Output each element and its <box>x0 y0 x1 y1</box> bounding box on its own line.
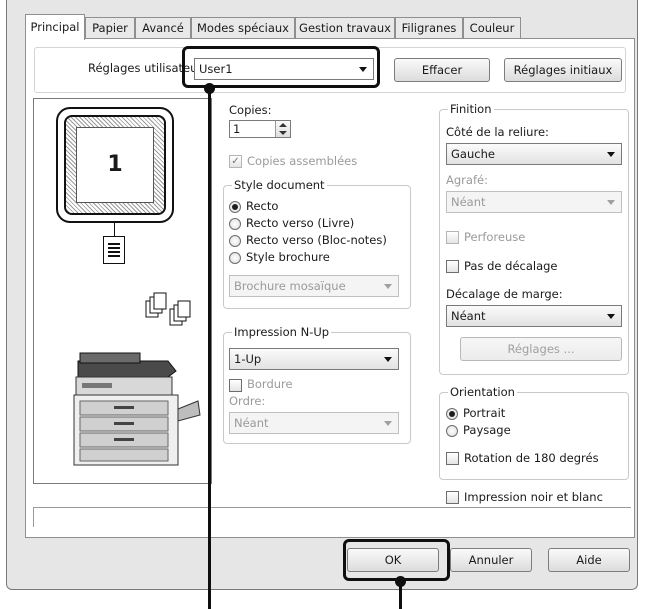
bw-print-label: Impression noir et blanc <box>464 490 603 504</box>
tab-papier[interactable]: Papier <box>85 17 135 39</box>
binding-label: Côté de la reliure: <box>446 125 549 139</box>
no-offset-checkbox[interactable] <box>446 260 459 273</box>
no-offset-label: Pas de décalage <box>464 259 558 273</box>
radio-paysage[interactable] <box>446 425 458 437</box>
reset-settings-button[interactable]: Réglages initiaux <box>504 58 622 82</box>
printer-properties-dialog: Principal Papier Avancé Modes spéciaux G… <box>6 0 638 590</box>
chevron-down-icon <box>384 421 392 426</box>
nup-select[interactable]: 1-Up <box>229 348 399 370</box>
tab-couleur[interactable]: Couleur <box>463 17 521 39</box>
border-label: Bordure <box>247 377 293 391</box>
page-preview-frame: 1 <box>56 107 174 223</box>
status-bar <box>33 507 34 527</box>
collated-copies-icon <box>145 292 191 326</box>
finishing-settings-button[interactable]: Réglages ... <box>460 337 622 361</box>
collate-label: Copies assemblées <box>247 154 358 168</box>
document-style-title: Style document <box>232 178 327 192</box>
order-value: Néant <box>234 416 269 430</box>
recto-verso-bloc-label: Recto verso (Bloc-notes) <box>246 233 387 247</box>
binding-select[interactable]: Gauche <box>446 143 622 165</box>
cancel-button[interactable]: Annuler <box>450 548 532 572</box>
brochure-value: Brochure mosaïque <box>234 279 346 293</box>
copies-label: Copies: <box>229 103 272 117</box>
margin-value: Néant <box>451 309 486 323</box>
staple-select[interactable]: Néant <box>446 191 622 213</box>
spinner-up-icon[interactable] <box>279 123 287 127</box>
margin-select[interactable]: Néant <box>446 305 622 327</box>
clear-button[interactable]: Effacer <box>394 58 490 82</box>
preview-connector <box>114 223 115 237</box>
binding-value: Gauche <box>451 147 495 161</box>
preview-panel: 1 <box>33 98 212 484</box>
punch-label: Perforeuse <box>464 230 526 244</box>
finishing-title: Finition <box>448 102 494 116</box>
nup-title: Impression N-Up <box>232 325 332 339</box>
radio-recto-verso-bloc[interactable] <box>229 235 241 247</box>
staple-label: Agrafé: <box>446 173 488 187</box>
page-number: 1 <box>76 127 154 203</box>
brochure-select[interactable]: Brochure mosaïque <box>229 275 399 297</box>
rotate-180-label: Rotation de 180 degrés <box>464 451 599 465</box>
chevron-down-icon <box>384 284 392 289</box>
paysage-label: Paysage <box>463 423 511 437</box>
chevron-down-icon <box>607 152 615 157</box>
order-label: Ordre: <box>229 394 266 408</box>
portrait-label: Portrait <box>463 406 506 420</box>
user-settings-callout <box>182 46 380 88</box>
radio-recto-verso-livre[interactable] <box>229 218 241 230</box>
collate-checkbox[interactable]: ✓ <box>229 155 242 168</box>
punch-checkbox[interactable] <box>446 231 459 244</box>
callout-dot-user-settings <box>204 83 215 94</box>
spinner-down-icon[interactable] <box>279 131 287 135</box>
margin-label: Décalage de marge: <box>446 287 563 301</box>
help-button[interactable]: Aide <box>548 548 630 572</box>
copies-spinner[interactable]: 1 <box>229 120 291 138</box>
radio-style-brochure[interactable] <box>229 252 241 264</box>
recto-label: Recto <box>246 199 279 213</box>
printer-icon <box>73 352 201 466</box>
border-checkbox[interactable] <box>229 379 242 392</box>
callout-line-user-settings <box>208 88 211 609</box>
chevron-down-icon <box>607 200 615 205</box>
rotate-180-checkbox[interactable] <box>446 452 459 465</box>
copies-value: 1 <box>233 122 241 136</box>
tab-modes-speciaux[interactable]: Modes spéciaux <box>191 17 295 39</box>
tab-avance[interactable]: Avancé <box>135 17 191 39</box>
tab-gestion-travaux[interactable]: Gestion travaux <box>295 17 395 39</box>
bw-print-checkbox[interactable] <box>446 491 459 504</box>
recto-verso-livre-label: Recto verso (Livre) <box>246 216 355 230</box>
radio-recto[interactable] <box>229 201 241 213</box>
document-icon <box>103 236 125 264</box>
chevron-down-icon <box>384 357 392 362</box>
chevron-down-icon <box>607 314 615 319</box>
status-separator <box>33 507 631 508</box>
page-preview-paper: 1 <box>64 115 166 215</box>
tab-principal[interactable]: Principal <box>25 14 85 40</box>
style-brochure-label: Style brochure <box>246 250 330 264</box>
order-select[interactable]: Néant <box>229 412 399 434</box>
tab-filigranes[interactable]: Filigranes <box>395 17 463 39</box>
orientation-title: Orientation <box>448 385 517 399</box>
ok-callout <box>343 539 450 581</box>
callout-dot-ok <box>395 576 406 587</box>
radio-portrait[interactable] <box>446 408 458 420</box>
tab-page-principal: Réglages utilisateur User1 Effacer Régla… <box>25 38 635 538</box>
staple-value: Néant <box>451 195 486 209</box>
nup-value: 1-Up <box>234 352 262 366</box>
